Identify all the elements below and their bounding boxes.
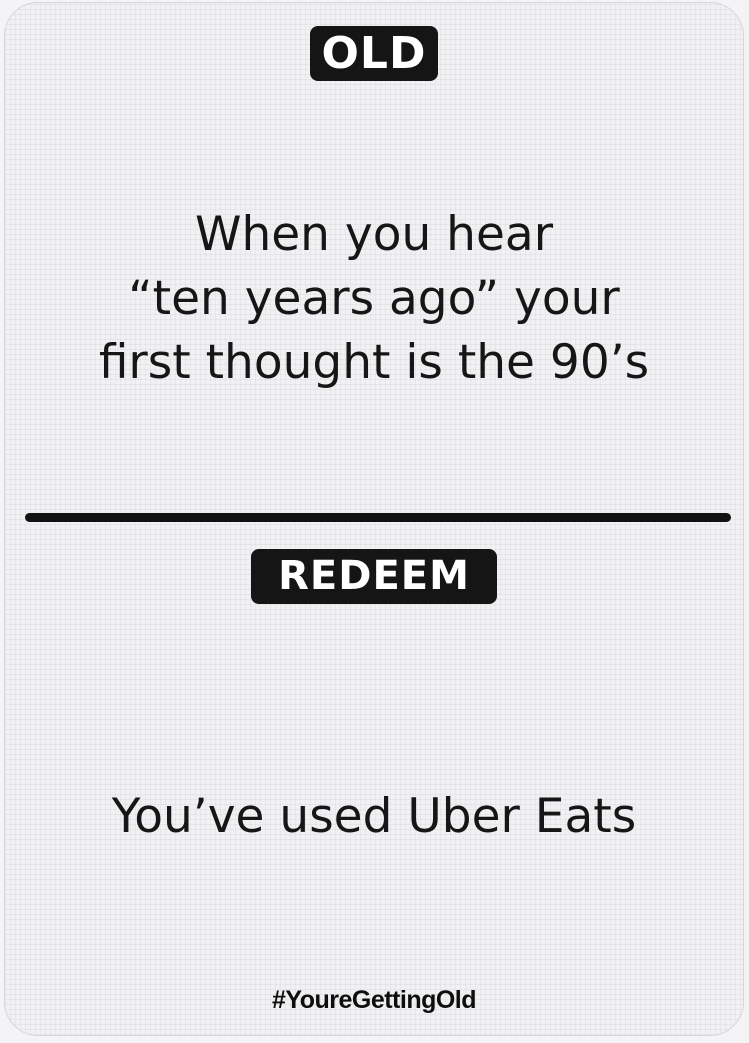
old-statement-line-1: When you hear [194, 207, 554, 262]
old-statement: When you hear “ten years ago” your first… [5, 203, 743, 395]
old-badge: OLD [310, 26, 438, 81]
old-statement-line-2: “ten years ago” your [128, 271, 620, 326]
redeem-statement: You’ve used Uber Eats [111, 789, 637, 844]
section-divider [25, 513, 731, 522]
old-statement-line-3: first thought is the 90’s [98, 335, 650, 390]
redeem-badge: REDEEM [251, 549, 497, 604]
hashtag-footer: #YoureGettingOld [271, 986, 477, 1014]
game-card: OLD When you hear “ten years ago” your f… [4, 2, 744, 1036]
